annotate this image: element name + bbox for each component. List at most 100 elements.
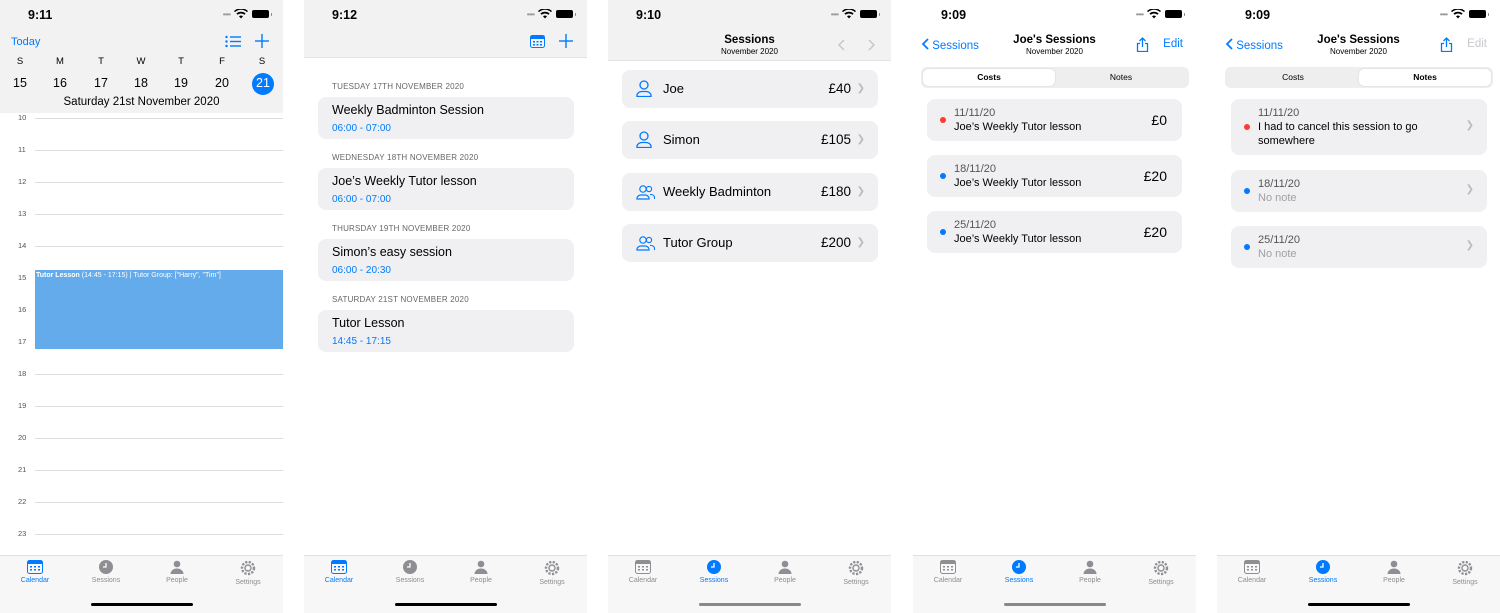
tab-calendar[interactable]: Calendar (309, 560, 369, 584)
chevron-left-icon[interactable] (837, 39, 845, 51)
status-time: 9:10 (636, 8, 662, 22)
page-title: Sessions (724, 34, 775, 46)
row-amount: £105 (820, 132, 851, 147)
session-row[interactable]: Simon’s easy session 06:00 - 20:30 (318, 239, 574, 281)
day-number[interactable]: 17 (89, 76, 113, 90)
note-row[interactable]: 25/11/20 No note ❯ (1231, 226, 1487, 268)
calendar-icon (331, 560, 347, 574)
hour-row: 18 (0, 369, 283, 381)
tab-sessions[interactable]: Sessions (380, 560, 440, 584)
battery-icon (252, 10, 272, 18)
session-row[interactable]: Tutor Lesson 14:45 - 17:15 (318, 310, 574, 352)
tab-people[interactable]: People (451, 560, 511, 584)
clock-icon (1316, 560, 1330, 574)
cost-row[interactable]: 25/11/20 Joe’s Weekly Tutor lesson £20 (927, 211, 1182, 253)
calendar-icon[interactable] (530, 35, 545, 48)
wifi-icon (1451, 9, 1465, 19)
status-time: 9:11 (28, 8, 53, 22)
edit-button[interactable]: Edit (1163, 38, 1183, 50)
day-number[interactable]: 16 (48, 76, 72, 90)
tab-sessions[interactable]: Sessions (76, 560, 136, 584)
cost-amount: £20 (1143, 168, 1167, 184)
calendar-event[interactable]: Tutor Lesson (14:45 - 17:15) | Tutor Gro… (35, 270, 283, 349)
section-header: WEDNESDAY 18TH NOVEMBER 2020 (332, 153, 479, 162)
person-summary-row[interactable]: Simon £105 ❯ (622, 121, 878, 159)
session-row[interactable]: Joe’s Weekly Tutor lesson 06:00 - 07:00 (318, 168, 574, 210)
tab-calendar[interactable]: Calendar (1222, 560, 1282, 584)
group-summary-row[interactable]: Tutor Group £200 ❯ (622, 224, 878, 262)
tab-people[interactable]: People (147, 560, 207, 584)
hour-row: 19 (0, 401, 283, 413)
tab-calendar[interactable]: Calendar (918, 560, 978, 584)
selected-date-title: Saturday 21st November 2020 (63, 96, 220, 108)
weekday-label: S (258, 56, 266, 67)
segment-notes[interactable]: Notes (1055, 69, 1187, 86)
note-row[interactable]: 11/11/20 I had to cancel this session to… (1231, 99, 1487, 155)
status-dot (1244, 188, 1250, 194)
add-icon[interactable] (255, 34, 269, 48)
tab-settings[interactable]: Settings (218, 560, 278, 586)
page-subtitle: November 2020 (1330, 47, 1387, 56)
segment-notes[interactable]: Notes (1359, 69, 1491, 86)
hour-row: 20 (0, 433, 283, 445)
day-number[interactable]: 19 (169, 76, 193, 90)
session-row[interactable]: Weekly Badminton Session 06:00 - 07:00 (318, 97, 574, 139)
weekday-label: T (98, 56, 104, 67)
group-icon (636, 236, 655, 251)
tab-settings[interactable]: Settings (826, 560, 886, 586)
joe-sessions-notes-screen: 9:09 •••• Sessions Joe's Sessions Novemb… (1217, 0, 1500, 613)
calendar-icon (635, 560, 651, 574)
today-button[interactable]: Today (11, 36, 40, 48)
gear-icon (240, 560, 256, 576)
session-title: Weekly Badminton Session (332, 103, 484, 117)
person-icon (778, 560, 792, 574)
tab-sessions[interactable]: Sessions (684, 560, 744, 584)
battery-icon (556, 10, 576, 18)
add-icon[interactable] (559, 34, 573, 48)
tab-settings[interactable]: Settings (1131, 560, 1191, 586)
calendar-icon (27, 560, 43, 574)
edit-button[interactable]: Edit (1467, 38, 1487, 50)
signal-icon: •••• (526, 9, 535, 19)
segment-costs[interactable]: Costs (1227, 69, 1359, 86)
session-time: 06:00 - 07:00 (332, 194, 391, 205)
chevron-right-icon: ❯ (856, 134, 865, 145)
segment-costs[interactable]: Costs (923, 69, 1055, 86)
tab-calendar[interactable]: Calendar (5, 560, 65, 584)
share-icon[interactable] (1440, 37, 1453, 52)
calendar-list-screen: 9:12 •••• TUESDAY 17TH NOVEMBER 2020 Wee… (304, 0, 587, 613)
wifi-icon (538, 9, 552, 19)
cost-amount: £20 (1143, 224, 1167, 240)
tab-calendar[interactable]: Calendar (613, 560, 673, 584)
day-number-selected[interactable]: 21 (251, 76, 275, 90)
tab-people[interactable]: People (1364, 560, 1424, 584)
note-row[interactable]: 18/11/20 No note ❯ (1231, 170, 1487, 212)
day-number[interactable]: 15 (8, 76, 32, 90)
tab-settings[interactable]: Settings (1435, 560, 1495, 586)
cost-row[interactable]: 18/11/20 Joe’s Weekly Tutor lesson £20 (927, 155, 1182, 197)
person-icon (1083, 560, 1097, 574)
tab-settings[interactable]: Settings (522, 560, 582, 586)
row-amount: £200 (820, 235, 851, 250)
cost-date: 25/11/20 (954, 219, 997, 231)
hour-row: 11 (0, 145, 283, 157)
chevron-right-icon: ❯ (1465, 240, 1474, 251)
group-summary-row[interactable]: Weekly Badminton £180 ❯ (622, 173, 878, 211)
signal-icon: •••• (1135, 9, 1144, 19)
tab-people[interactable]: People (755, 560, 815, 584)
gear-icon (1457, 560, 1473, 576)
list-icon[interactable] (225, 35, 241, 48)
hour-row: 12 (0, 177, 283, 189)
day-number[interactable]: 20 (210, 76, 234, 90)
person-summary-row[interactable]: Joe £40 ❯ (622, 70, 878, 108)
day-number[interactable]: 18 (129, 76, 153, 90)
chevron-right-icon[interactable] (868, 39, 876, 51)
share-icon[interactable] (1136, 37, 1149, 52)
cost-row[interactable]: 11/11/20 Joe’s Weekly Tutor lesson £0 (927, 99, 1182, 141)
hour-row: 22 (0, 497, 283, 509)
tab-sessions[interactable]: Sessions (1293, 560, 1353, 584)
tab-sessions[interactable]: Sessions (989, 560, 1049, 584)
status-bar: 9:11 •••• (0, 0, 283, 30)
home-indicator (395, 603, 497, 606)
tab-people[interactable]: People (1060, 560, 1120, 584)
